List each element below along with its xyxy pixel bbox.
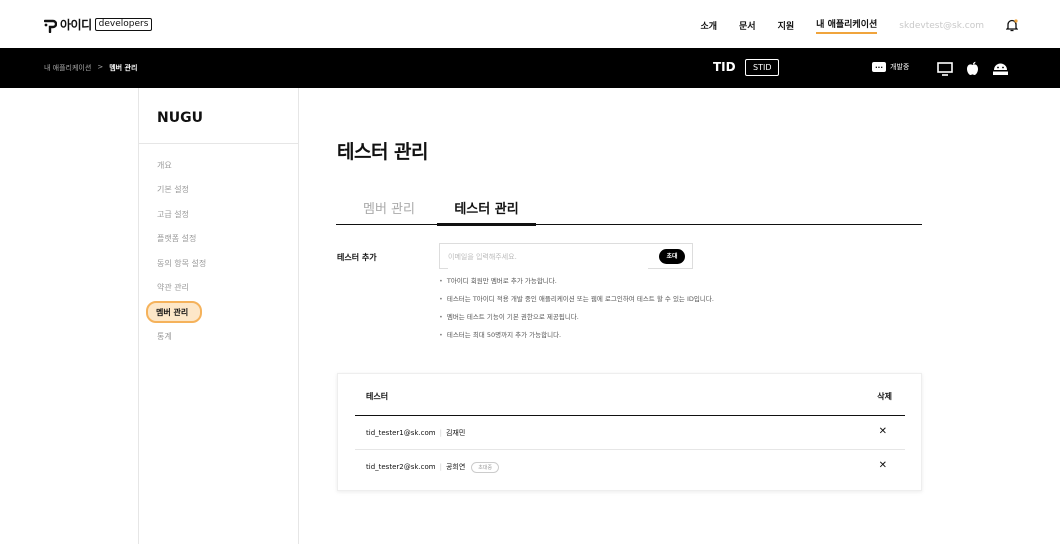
top-nav: 소개 문서 지원 내 애플리케이션 skdevtest@sk.com bbox=[678, 17, 1019, 34]
tester-email: tid_tester2@sk.com bbox=[366, 463, 436, 471]
sidebar-item-consent-settings[interactable]: 동의 항목 설정 bbox=[146, 251, 206, 276]
dev-mode-label: 개발중 bbox=[890, 63, 910, 71]
tester-table-card: 테스터 삭제 tid_tester1@sk.com | 김재민 ✕ tid_te… bbox=[337, 373, 922, 491]
nav-my-apps[interactable]: 내 애플리케이션 bbox=[816, 17, 878, 34]
android-icon[interactable] bbox=[992, 61, 1009, 80]
sidebar-item-platform-settings[interactable]: 플랫폼 설정 bbox=[146, 227, 206, 252]
sidebar-item-statistics[interactable]: 통계 bbox=[146, 324, 206, 349]
column-header-delete: 삭제 bbox=[877, 392, 892, 401]
t-logo-icon bbox=[43, 18, 58, 33]
nav-docs[interactable]: 문서 bbox=[739, 19, 756, 32]
breadcrumb-current: 멤버 관리 bbox=[109, 64, 138, 72]
note-item: 멤버는 테스트 기능이 기본 권한으로 제공됩니다. bbox=[439, 311, 714, 329]
column-header-tester: 테스터 bbox=[366, 392, 389, 401]
sidebar-item-overview[interactable]: 개요 bbox=[146, 153, 206, 178]
sidebar: NUGU 개요 기본 설정 고급 설정 플랫폼 설정 동의 항목 설정 약관 관… bbox=[138, 88, 299, 544]
user-email[interactable]: skdevtest@sk.com bbox=[899, 21, 984, 31]
tester-email: tid_tester1@sk.com bbox=[366, 428, 436, 437]
tab-testers[interactable]: 테스터 관리 bbox=[437, 198, 536, 226]
separator: | bbox=[439, 463, 442, 471]
dev-mode-status[interactable]: ... 개발중 bbox=[872, 62, 909, 72]
top-header: 아이디 developers 소개 문서 지원 내 애플리케이션 skdevte… bbox=[0, 0, 1060, 48]
service-name: TID bbox=[713, 60, 736, 74]
sidebar-divider bbox=[139, 143, 299, 144]
platform-icons bbox=[937, 61, 1009, 80]
service-badge[interactable]: STID bbox=[745, 59, 780, 76]
dev-mode-icon: ... bbox=[872, 62, 886, 72]
add-tester-field: 초대 bbox=[439, 243, 693, 269]
sub-header: 내 애플리케이션 > 멤버 관리 TID STID ... 개발중 bbox=[0, 48, 1060, 88]
logo-text: 아이디 bbox=[60, 18, 92, 32]
table-header: 테스터 삭제 bbox=[355, 384, 905, 416]
separator: | bbox=[439, 428, 442, 437]
app-name: NUGU bbox=[157, 110, 203, 126]
email-input[interactable] bbox=[448, 245, 648, 269]
logo[interactable]: 아이디 developers bbox=[43, 16, 153, 33]
note-item: 테스터는 T아이디 적용 개발 중인 애플리케이션 또는 웹에 로그인하여 테스… bbox=[439, 293, 714, 311]
sidebar-menu: 개요 기본 설정 고급 설정 플랫폼 설정 동의 항목 설정 약관 관리 멤버 … bbox=[146, 153, 206, 349]
notes-list: T아이디 회원만 멤버로 추가 가능합니다. 테스터는 T아이디 적용 개발 중… bbox=[439, 275, 714, 347]
breadcrumb: 내 애플리케이션 > 멤버 관리 bbox=[44, 63, 137, 73]
sidebar-item-advanced-settings[interactable]: 고급 설정 bbox=[146, 202, 206, 227]
note-item: 테스터는 최대 50명까지 추가 가능합니다. bbox=[439, 329, 714, 347]
nav-support[interactable]: 지원 bbox=[778, 19, 795, 32]
tab-members[interactable]: 멤버 관리 bbox=[363, 198, 415, 225]
monitor-icon[interactable] bbox=[937, 61, 953, 80]
page-title: 테스터 관리 bbox=[337, 141, 429, 163]
breadcrumb-my-apps[interactable]: 내 애플리케이션 bbox=[44, 63, 91, 73]
add-tester-label: 테스터 추가 bbox=[337, 253, 377, 262]
table-row: tid_tester2@sk.com | 공희연 초대중 ✕ bbox=[355, 450, 905, 484]
invite-button[interactable]: 초대 bbox=[659, 249, 685, 264]
delete-icon[interactable]: ✕ bbox=[879, 426, 887, 437]
sidebar-item-members[interactable]: 멤버 관리 bbox=[146, 301, 202, 323]
tab-bar: 멤버 관리 테스터 관리 bbox=[336, 196, 922, 226]
sidebar-item-terms[interactable]: 약관 관리 bbox=[146, 276, 206, 301]
nav-intro[interactable]: 소개 bbox=[700, 19, 717, 32]
table-row: tid_tester1@sk.com | 김재민 ✕ bbox=[355, 416, 905, 450]
delete-icon[interactable]: ✕ bbox=[879, 460, 887, 471]
status-badge: 초대중 bbox=[471, 461, 500, 473]
apple-icon[interactable] bbox=[966, 61, 979, 80]
bell-icon[interactable] bbox=[1005, 19, 1019, 32]
tester-name: 김재민 bbox=[445, 428, 466, 437]
note-item: T아이디 회원만 멤버로 추가 가능합니다. bbox=[439, 275, 714, 293]
breadcrumb-separator: > bbox=[97, 63, 104, 71]
logo-badge: developers bbox=[94, 18, 153, 31]
sidebar-item-basic-settings[interactable]: 기본 설정 bbox=[146, 178, 206, 203]
tester-name: 공희연 bbox=[445, 463, 466, 471]
